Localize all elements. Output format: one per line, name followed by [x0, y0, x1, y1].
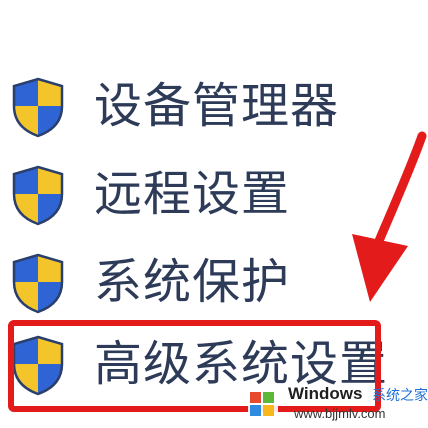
uac-shield-icon: [12, 335, 64, 396]
uac-shield-icon: [12, 165, 64, 226]
menu-item-device-manager[interactable]: 设备管理器: [0, 68, 380, 148]
menu-item-label: 远程设置: [94, 166, 291, 222]
menu-item-label: 系统保护: [94, 254, 291, 310]
uac-shield-icon: [12, 253, 64, 314]
system-links-menu: 设备管理器 远程设置 系统保护 高级系统设置 Windows 系统之家 www.…: [0, 0, 428, 428]
menu-item-advanced-system-settings[interactable]: 高级系统设置: [0, 326, 387, 406]
uac-shield-icon: [12, 77, 64, 138]
menu-item-system-protection[interactable]: 系统保护: [0, 244, 380, 324]
watermark-url: www.bjjmlv.com: [294, 406, 386, 421]
menu-item-remote-settings[interactable]: 远程设置: [0, 156, 380, 236]
menu-item-label: 高级系统设置: [94, 336, 389, 392]
menu-item-label: 设备管理器: [94, 78, 340, 134]
